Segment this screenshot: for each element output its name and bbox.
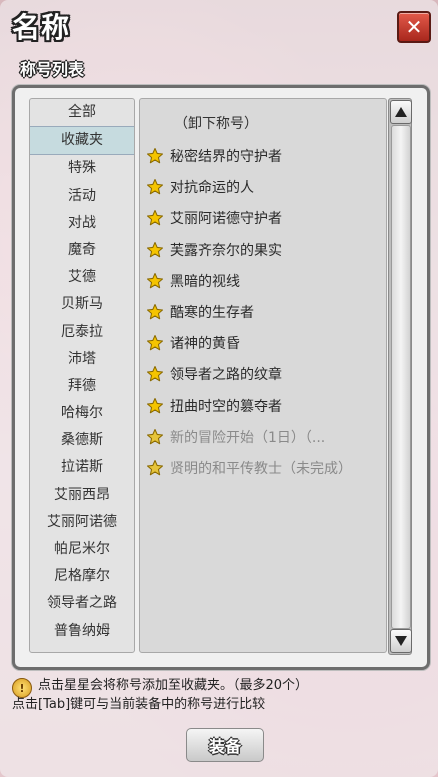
category-item[interactable]: 艾德 [30, 264, 134, 291]
title-item[interactable]: 酷寒的生存者 [146, 298, 254, 326]
close-icon: ✕ [405, 15, 423, 39]
title-item[interactable]: 新的冒险开始（1日）（... [146, 423, 325, 451]
category-list: 全部 收藏夹 特殊 活动 对战 魔奇 艾德 贝斯马 厄泰拉 沛塔 拜德 哈梅尔 桑德斯 拉诺斯 艾丽西昂 艾丽… [29, 98, 135, 653]
window-subtitle: 称号列表 [20, 60, 85, 79]
title-item-label: 贤明的和平传教士（未完成） [170, 461, 352, 477]
scrollbar-thumb[interactable] [391, 125, 411, 629]
unequip-title-item[interactable]: （卸下称号） [174, 113, 258, 133]
favorite-star-icon[interactable] [146, 178, 164, 196]
title-item[interactable]: 对抗命运的人 [146, 173, 254, 201]
category-item[interactable]: 桑德斯 [30, 427, 134, 454]
title-item[interactable]: 秘密结界的守护者 [146, 142, 282, 170]
favorite-star-icon[interactable] [146, 209, 164, 227]
favorite-star-icon[interactable] [146, 365, 164, 383]
favorite-star-icon[interactable] [146, 334, 164, 352]
scroll-down-button[interactable] [390, 629, 412, 653]
favorite-star-icon[interactable] [146, 459, 164, 477]
scroll-up-button[interactable] [390, 100, 412, 124]
title-item-label: 诸神的黄昏 [170, 336, 240, 353]
title-item-label: 黑暗的视线 [170, 273, 240, 290]
category-item[interactable]: 厄泰拉 [30, 319, 134, 346]
category-item[interactable]: 收藏夹 [30, 126, 134, 156]
title-item-label: 酷寒的生存者 [170, 305, 254, 321]
category-item[interactable]: 沛塔 [30, 346, 134, 373]
equip-button[interactable]: 装备 [186, 728, 264, 762]
hint-line-1: 点击星星会将称号添加至收藏夹。（最多20个） [38, 678, 309, 693]
category-item[interactable]: 帕尼米尔 [30, 536, 134, 563]
category-item[interactable]: 尼格摩尔 [30, 563, 134, 590]
title-item[interactable]: 诸神的黄昏 [146, 329, 240, 357]
hint-line-2: 点击[Tab]键可与当前装备中的称号进行比较 [12, 697, 266, 712]
category-item[interactable]: 普鲁纳姆 [30, 618, 134, 645]
category-item[interactable]: 艾丽阿诺德 [30, 509, 134, 536]
favorite-star-icon[interactable] [146, 147, 164, 165]
category-item[interactable]: 艾丽西昂 [30, 482, 134, 509]
category-item[interactable]: 领导者之路 [30, 590, 134, 617]
title-item-label: 芙露齐奈尔的果实 [170, 242, 282, 259]
category-item[interactable]: 贝斯马 [30, 291, 134, 318]
title-panel: 全部 收藏夹 特殊 活动 对战 魔奇 艾德 贝斯马 厄泰拉 沛塔 拜德 哈梅尔 桑德斯 拉诺斯 艾丽西昂 艾丽… [12, 85, 430, 670]
title-item[interactable]: 贤明的和平传教士（未完成） [146, 454, 352, 482]
close-button[interactable]: ✕ [397, 11, 431, 43]
title-window: 名称 称号列表 ✕ 全部 收藏夹 特殊 活动 对战 魔奇 艾德 贝斯马 厄泰拉 沛塔 拜德 哈梅尔 桑德… [0, 0, 438, 777]
title-item-label: 艾丽阿诺德守护者 [170, 211, 282, 228]
favorite-star-icon[interactable] [146, 272, 164, 290]
category-item[interactable]: 拉诺斯 [30, 454, 134, 481]
category-item[interactable]: 全部 [30, 99, 134, 126]
title-item[interactable]: 扭曲时空的篡夺者 [146, 392, 282, 420]
title-item-label: 对抗命运的人 [170, 180, 254, 197]
favorite-star-icon[interactable] [146, 428, 164, 446]
title-item[interactable]: 黑暗的视线 [146, 267, 240, 295]
hint-text: 点击星星会将称号添加至收藏夹。（最多20个） 点击[Tab]键可与当前装备中的称… [12, 676, 362, 714]
window-title: 名称 [12, 11, 71, 44]
title-item-label: 新的冒险开始（1日）（... [170, 429, 326, 446]
title-list-scrollbar[interactable] [388, 98, 412, 655]
category-item[interactable]: 哈梅尔 [30, 400, 134, 427]
scroll-up-arrow-icon [395, 107, 407, 117]
title-item[interactable]: 芙露齐奈尔的果实 [146, 236, 282, 264]
category-item[interactable]: 拜德 [30, 373, 134, 400]
title-item-label: 领导者之路的纹章 [170, 367, 282, 384]
favorite-star-icon[interactable] [146, 303, 164, 321]
favorite-star-icon[interactable] [146, 241, 164, 259]
category-item[interactable]: 对战 [30, 210, 134, 237]
category-item[interactable]: 魔奇 [30, 237, 134, 264]
category-item[interactable]: 活动 [30, 183, 134, 210]
title-item[interactable]: 领导者之路的纹章 [146, 360, 282, 388]
title-item[interactable]: 艾丽阿诺德守护者 [146, 204, 282, 232]
category-item[interactable]: 特殊 [30, 155, 134, 182]
title-item-label: 扭曲时空的篡夺者 [170, 398, 282, 415]
title-list: （卸下称号） 秘密结界的守护者 对抗命运的人艾丽阿诺德守护者 芙露齐奈尔的果实 黑暗的… [139, 98, 387, 653]
favorite-star-icon[interactable] [146, 397, 164, 415]
scroll-down-arrow-icon [395, 636, 407, 646]
title-item-label: 秘密结界的守护者 [170, 149, 282, 165]
